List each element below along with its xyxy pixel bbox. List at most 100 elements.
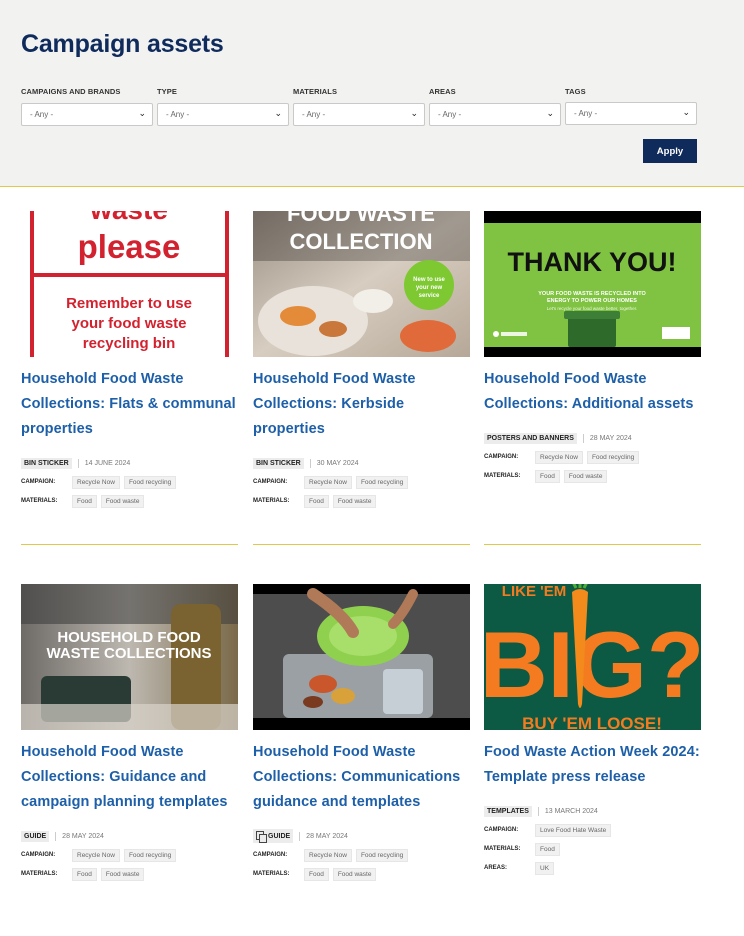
type-badge: Guide (21, 830, 50, 842)
tag-chip[interactable]: Food waste (563, 469, 608, 483)
tag-chip[interactable]: Food waste (100, 867, 145, 881)
tag-chip[interactable]: Food (72, 494, 97, 508)
filter-label: Campaigns and brands (21, 87, 121, 96)
svg-text:please: please (78, 228, 181, 265)
asset-thumbnail[interactable]: HOUSEHOLD FOOD WASTE COLLECTIONS (21, 584, 238, 730)
asset-card: FOOD WASTE COLLECTION New to use your ne… (253, 211, 470, 508)
area-tags: Areas: UK (484, 861, 701, 875)
document-copy-icon (256, 831, 267, 843)
asset-meta: Guide 28 May 2024 (253, 829, 470, 843)
type-badge: Bin sticker (21, 457, 72, 469)
tag-chip[interactable]: Recycle Now (72, 475, 120, 489)
tag-chip[interactable]: Love Food Hate Waste (535, 823, 612, 837)
tag-chip[interactable]: Food (304, 494, 329, 508)
campaign-tags: Campaign: Recycle Now Food recycling (21, 848, 238, 862)
asset-date: 28 May 2024 (589, 434, 632, 442)
campaigns-brands-select[interactable]: - Any - ⌄ (21, 103, 153, 126)
filter-type: Type - Any - ⌄ (157, 87, 289, 126)
asset-meta: Bin sticker 14 June 2024 (21, 456, 238, 470)
asset-card: HOUSEHOLD FOOD WASTE COLLECTIONS Househo… (21, 584, 238, 881)
tag-chip[interactable]: Food recycling (123, 848, 177, 862)
type-badge: Templates (484, 805, 532, 817)
asset-thumbnail[interactable]: THANK YOU! YOUR FOOD WASTE IS RECYCLED I… (484, 211, 701, 357)
svg-text:service: service (419, 293, 440, 299)
svg-text:THANK YOU!: THANK YOU! (507, 247, 676, 277)
asset-meta: Templates 13 March 2024 (484, 804, 701, 818)
filter-campaigns-brands: Campaigns and brands - Any - ⌄ (21, 87, 153, 126)
svg-text:waste: waste (89, 211, 168, 225)
thank-you-poster-image: THANK YOU! YOUR FOOD WASTE IS RECYCLED I… (484, 211, 701, 357)
asset-title-link[interactable]: Household Food Waste Collections: Kerbsi… (253, 367, 470, 442)
campaign-tags: Campaign: Recycle Now Food recycling (253, 848, 470, 862)
asset-card: waste please Remember to use your food w… (21, 211, 238, 508)
tags-select[interactable]: - Any - ⌄ (565, 102, 697, 125)
chevron-down-icon: ⌄ (138, 108, 146, 118)
guidance-cover-image: HOUSEHOLD FOOD WASTE COLLECTIONS (21, 584, 238, 730)
tag-chip[interactable]: Food (304, 867, 329, 881)
asset-card: THANK YOU! YOUR FOOD WASTE IS RECYCLED I… (484, 211, 701, 483)
svg-text:COLLECTION: COLLECTION (290, 229, 433, 254)
material-tags: Materials: Food (484, 842, 701, 856)
material-tags: Materials: Food Food waste (253, 494, 470, 508)
asset-date: 30 May 2024 (316, 459, 359, 467)
type-select[interactable]: - Any - ⌄ (157, 103, 289, 126)
asset-meta: Bin sticker 30 May 2024 (253, 456, 470, 470)
asset-thumbnail[interactable]: waste please Remember to use your food w… (21, 211, 238, 357)
tag-chip[interactable]: UK (535, 861, 555, 875)
tag-chip[interactable]: Recycle Now (304, 848, 352, 862)
filter-label: Type (157, 87, 177, 96)
tag-chip[interactable]: Food waste (100, 494, 145, 508)
svg-text:Let's recycle your food waste: Let's recycle your food waste better, to… (547, 306, 637, 311)
asset-card: Household Food Waste Collections: Commun… (253, 584, 470, 881)
card-divider (21, 544, 238, 545)
asset-title-link[interactable]: Household Food Waste Collections: Additi… (484, 367, 701, 417)
asset-date: 28 May 2024 (306, 832, 348, 840)
tag-chip[interactable]: Food (535, 469, 560, 483)
material-tags: Materials: Food Food waste (21, 494, 238, 508)
svg-text:your food waste: your food waste (71, 315, 186, 332)
chevron-down-icon: ⌄ (546, 108, 554, 118)
asset-thumbnail[interactable]: FOOD WASTE COLLECTION New to use your ne… (253, 211, 470, 357)
food-waste-collection-image: FOOD WASTE COLLECTION New to use your ne… (253, 211, 470, 357)
asset-date: 13 March 2024 (544, 807, 598, 815)
type-badge: Bin sticker (253, 457, 304, 469)
tag-chip[interactable]: Food waste (332, 867, 377, 881)
card-divider (253, 544, 470, 545)
asset-card: LIKE 'EM BIG? BUY 'EM LOOSE! Food Waste … (484, 584, 701, 875)
svg-text:recycling bin: recycling bin (83, 335, 176, 352)
material-tags: Materials: Food Food waste (253, 867, 470, 881)
asset-meta: Guide 28 May 2024 (21, 829, 238, 843)
tag-chip[interactable]: Food recycling (355, 475, 409, 489)
svg-text:FOOD WASTE: FOOD WASTE (287, 211, 435, 226)
chevron-down-icon: ⌄ (682, 107, 690, 117)
svg-text:Remember to use: Remember to use (66, 295, 192, 312)
materials-select[interactable]: - Any - ⌄ (293, 103, 425, 126)
material-tags: Materials: Food Food waste (21, 867, 238, 881)
filter-label: Materials (293, 87, 338, 96)
svg-text:your new: your new (416, 285, 443, 291)
svg-text:New to use: New to use (413, 277, 445, 283)
svg-text:YOUR FOOD WASTE IS RECYCLED IN: YOUR FOOD WASTE IS RECYCLED INTO (538, 291, 646, 297)
tag-chip[interactable]: Food recycling (355, 848, 409, 862)
asset-thumbnail[interactable]: LIKE 'EM BIG? BUY 'EM LOOSE! (484, 584, 701, 730)
chevron-down-icon: ⌄ (274, 108, 282, 118)
card-divider (484, 544, 701, 545)
tag-chip[interactable]: Recycle Now (535, 450, 583, 464)
asset-title-link[interactable]: Food Waste Action Week 2024: Template pr… (484, 740, 701, 790)
tag-chip[interactable]: Food waste (332, 494, 377, 508)
svg-text:ENERGY TO POWER OUR HOMES: ENERGY TO POWER OUR HOMES (547, 298, 637, 304)
tag-chip[interactable]: Food (535, 842, 560, 856)
tag-chip[interactable]: Food recycling (586, 450, 640, 464)
asset-thumbnail[interactable] (253, 584, 470, 730)
tag-chip[interactable]: Recycle Now (72, 848, 120, 862)
areas-select[interactable]: - Any - ⌄ (429, 103, 561, 126)
tag-chip[interactable]: Recycle Now (304, 475, 352, 489)
svg-text:WASTE COLLECTIONS: WASTE COLLECTIONS (47, 645, 212, 662)
tag-chip[interactable]: Food (72, 867, 97, 881)
apply-button[interactable]: Apply (643, 139, 697, 163)
asset-title-link[interactable]: Household Food Waste Collections: Flats … (21, 367, 238, 442)
asset-title-link[interactable]: Household Food Waste Collections: Guidan… (21, 740, 238, 815)
asset-title-link[interactable]: Household Food Waste Collections: Commun… (253, 740, 470, 815)
tag-chip[interactable]: Food recycling (123, 475, 177, 489)
material-tags: Materials: Food Food waste (484, 469, 701, 483)
